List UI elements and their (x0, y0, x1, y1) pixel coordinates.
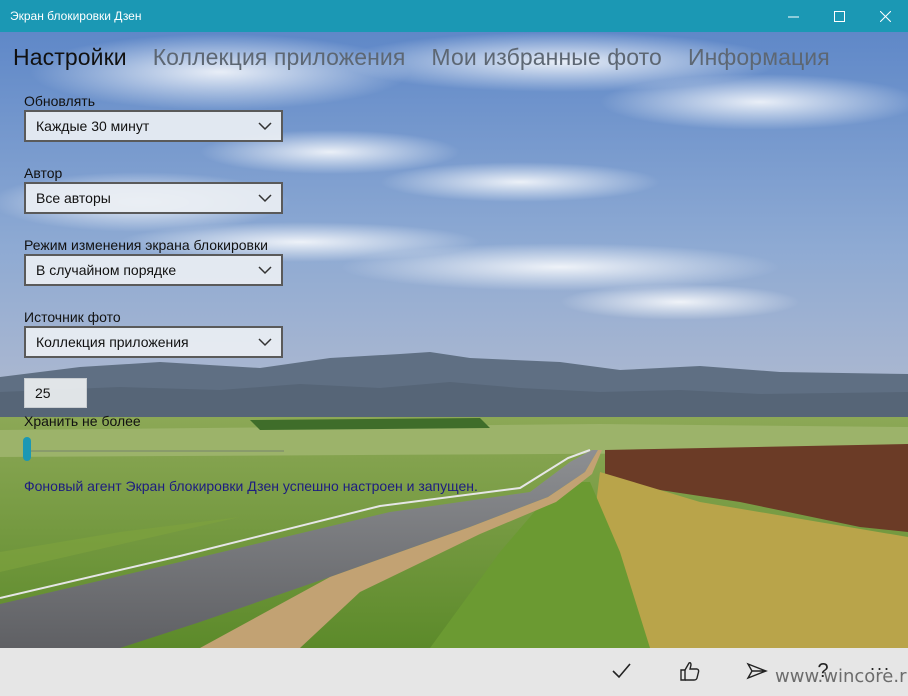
watermark: www.wincore.ru (775, 666, 908, 687)
minimize-button[interactable] (770, 0, 816, 32)
thumbs-up-icon (680, 662, 700, 681)
title-bar: Экран блокировки Дзен (0, 0, 908, 32)
send-icon (746, 662, 768, 680)
photo-source-dropdown[interactable]: Коллекция приложения (24, 326, 283, 358)
chevron-down-icon (258, 194, 272, 203)
keep-count-slider-track[interactable] (24, 450, 284, 452)
chevron-down-icon (258, 266, 272, 275)
tab-info[interactable]: Информация (688, 44, 830, 71)
like-button[interactable] (675, 658, 705, 684)
lockscreen-mode-label: Режим изменения экрана блокировки (24, 237, 268, 253)
author-label: Автор (24, 165, 63, 181)
minimize-icon (787, 16, 799, 17)
bottom-app-bar: ? (0, 648, 908, 696)
chevron-down-icon (258, 338, 272, 347)
tab-app-collection[interactable]: Коллекция приложения (153, 44, 406, 71)
update-label: Обновлять (24, 93, 95, 109)
status-message: Фоновый агент Экран блокировки Дзен успе… (24, 478, 478, 494)
tab-my-favorite-photos[interactable]: Мои избранные фото (431, 44, 662, 71)
settings-form: Обновлять Каждые 30 минут Автор Все авто… (24, 92, 324, 358)
window-title: Экран блокировки Дзен (10, 9, 142, 23)
author-value: Все авторы (36, 190, 111, 206)
photo-source-value: Коллекция приложения (36, 334, 189, 350)
share-button[interactable] (742, 658, 772, 684)
checkmark-icon (612, 663, 631, 679)
photo-source-label: Источник фото (24, 309, 121, 325)
author-dropdown[interactable]: Все авторы (24, 182, 283, 214)
pivot-tabs: Настройки Коллекция приложения Мои избра… (13, 44, 856, 71)
update-interval-value: Каждые 30 минут (36, 118, 150, 134)
lockscreen-mode-value: В случайном порядке (36, 262, 177, 278)
keep-count-field[interactable]: 25 (24, 378, 87, 408)
keep-count-slider-thumb[interactable] (23, 437, 31, 461)
maximize-button[interactable] (816, 0, 862, 32)
keep-max-label: Хранить не более (24, 413, 141, 429)
lockscreen-mode-dropdown[interactable]: В случайном порядке (24, 254, 283, 286)
update-interval-dropdown[interactable]: Каждые 30 минут (24, 110, 283, 142)
tab-settings[interactable]: Настройки (13, 44, 127, 71)
accept-button[interactable] (606, 658, 636, 684)
maximize-icon (833, 10, 845, 22)
close-icon (879, 10, 891, 22)
close-button[interactable] (862, 0, 908, 32)
chevron-down-icon (258, 122, 272, 131)
